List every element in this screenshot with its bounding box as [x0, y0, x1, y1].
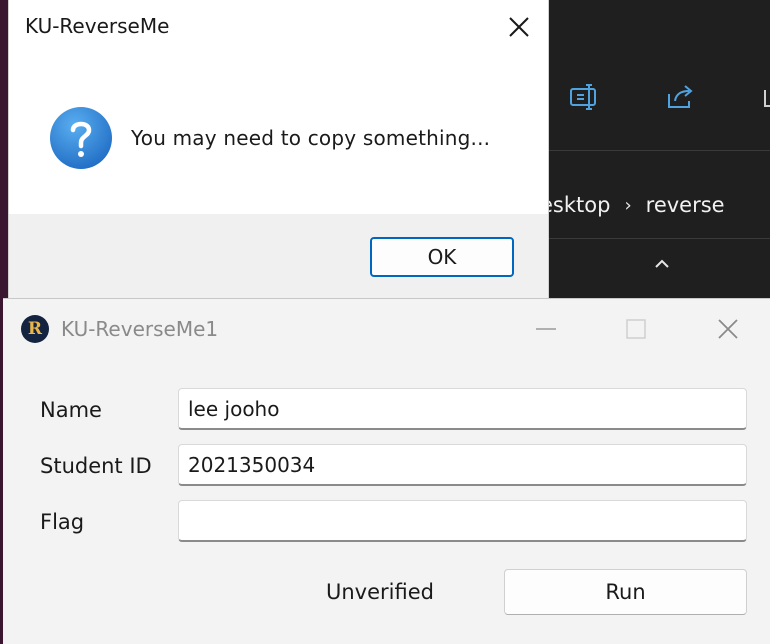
name-label: Name [40, 398, 102, 422]
breadcrumb-item-desktop[interactable]: esktop [540, 193, 610, 217]
app-logo-icon: R [21, 315, 49, 343]
breadcrumb: esktop › reverse [540, 188, 725, 222]
dialog-message: You may need to copy something... [131, 126, 491, 150]
question-icon [49, 106, 113, 170]
delete-icon[interactable] [754, 80, 770, 114]
dialog-title: KU-ReverseMe [25, 14, 170, 38]
flag-field[interactable] [178, 500, 747, 542]
close-icon[interactable] [705, 309, 751, 349]
maximize-icon[interactable] [613, 309, 659, 349]
app-window: R KU-ReverseMe1 Name Student ID Flag Unv… [3, 299, 770, 644]
student-id-label: Student ID [40, 454, 152, 478]
close-icon[interactable] [500, 8, 538, 46]
name-field[interactable] [178, 388, 747, 430]
status-text: Unverified [326, 580, 434, 604]
window-title: KU-ReverseMe1 [61, 317, 219, 341]
chevron-up-icon[interactable] [648, 250, 676, 278]
rename-icon[interactable] [568, 80, 602, 114]
share-icon[interactable] [664, 80, 698, 114]
student-id-field[interactable] [178, 444, 747, 486]
message-box-dialog: KU-ReverseMe You may need to copy someth… [9, 0, 548, 299]
breadcrumb-item-reverse[interactable]: reverse [646, 193, 725, 217]
flag-label: Flag [40, 510, 85, 534]
file-explorer-background: esktop › reverse [540, 0, 770, 300]
toolbar-divider [540, 150, 770, 151]
minimize-icon[interactable] [523, 309, 569, 349]
chevron-right-icon: › [624, 194, 632, 216]
run-button[interactable]: Run [504, 569, 747, 615]
ok-button[interactable]: OK [370, 237, 514, 277]
address-divider [540, 238, 770, 239]
